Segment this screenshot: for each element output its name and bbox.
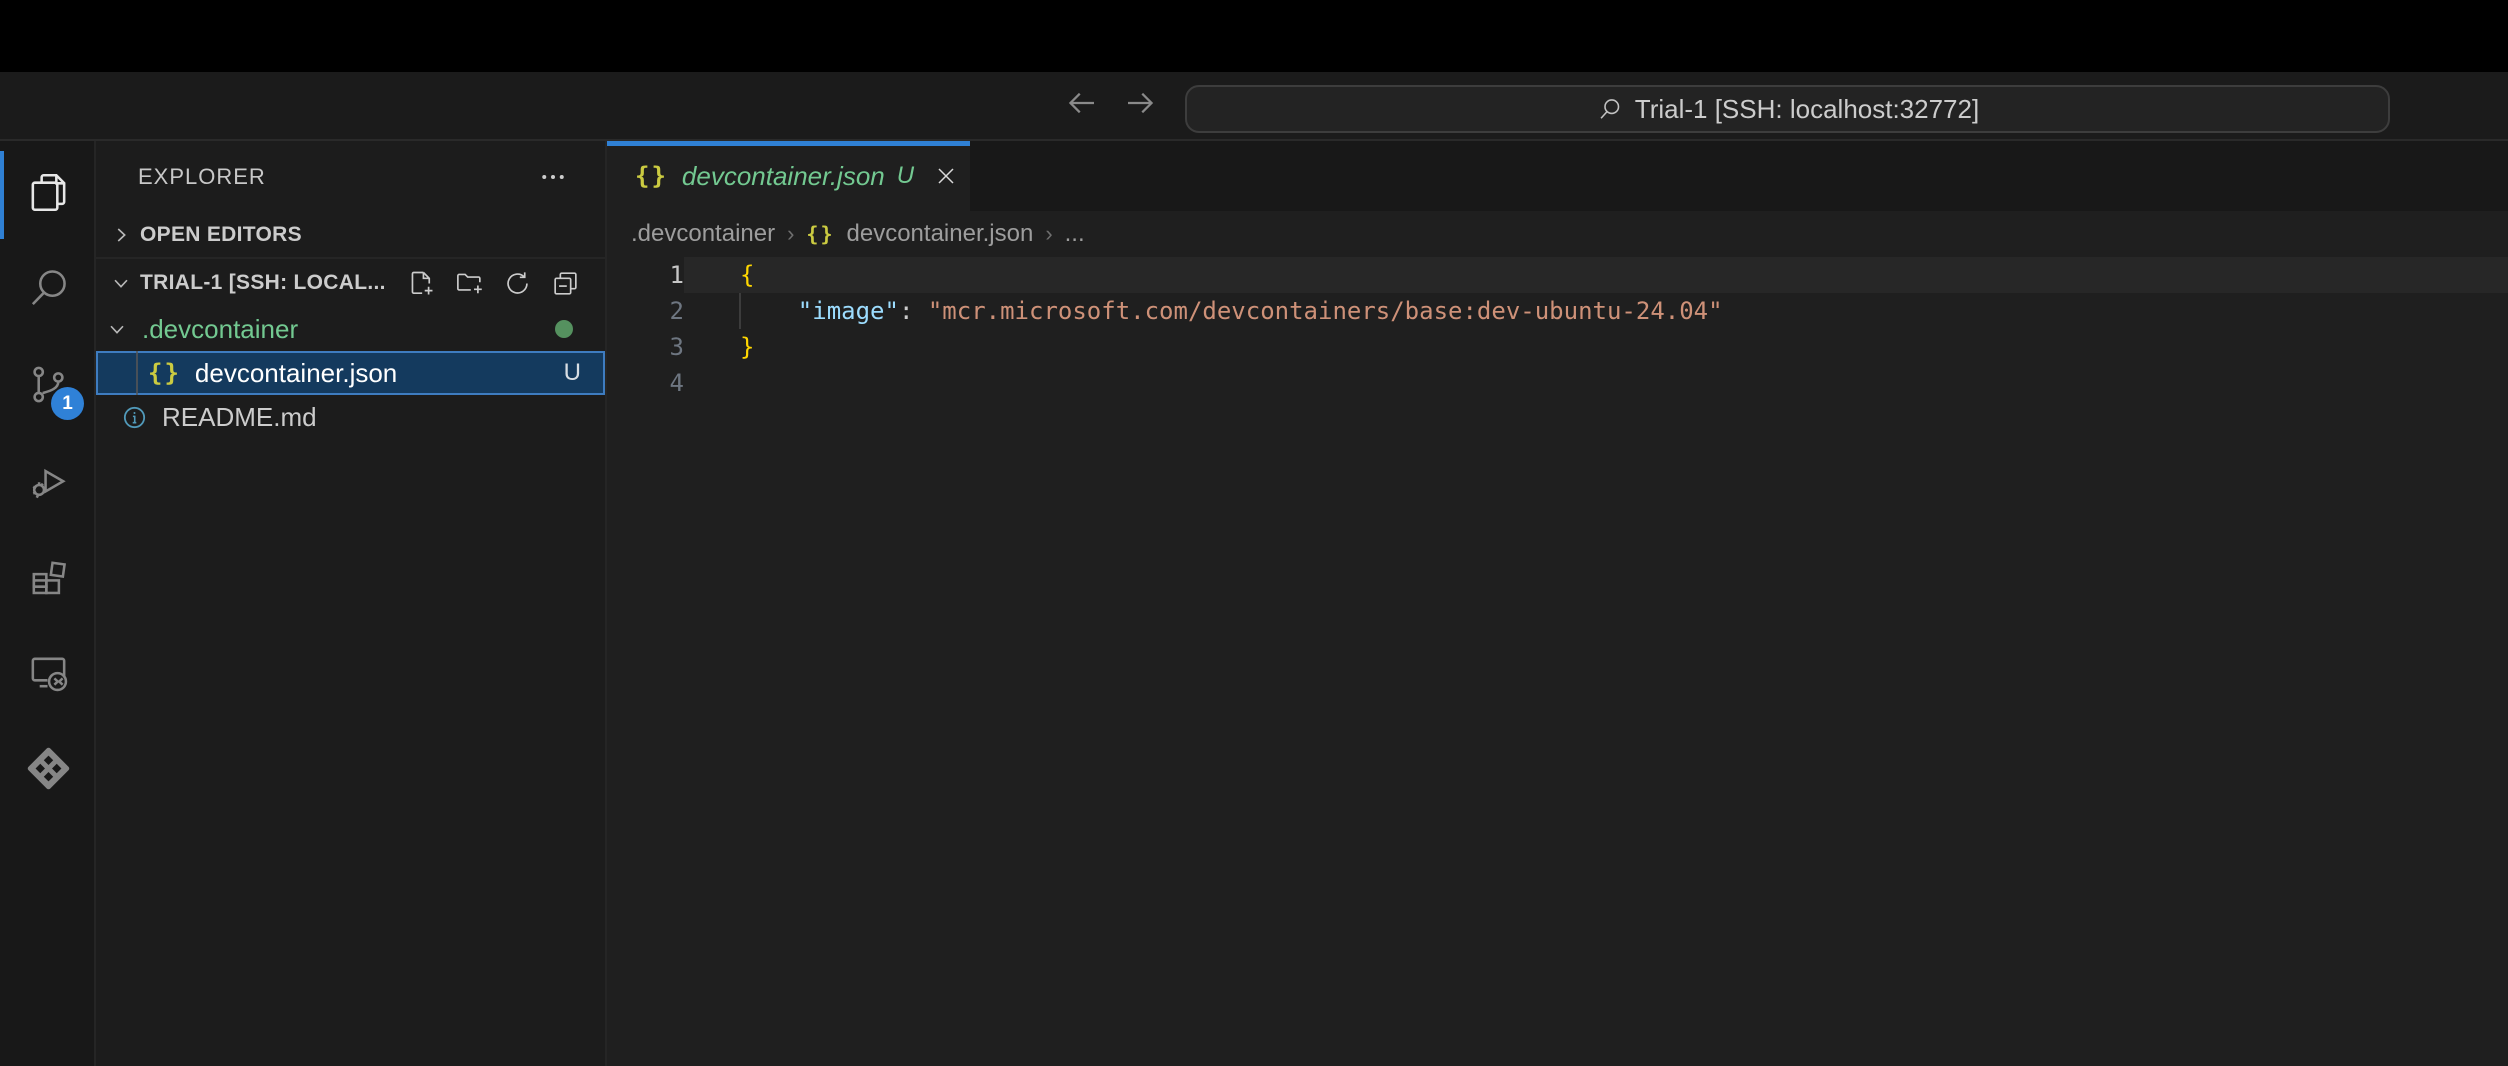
tab-devcontainer-json[interactable]: {} devcontainer.json U xyxy=(607,141,970,211)
activity-explorer[interactable] xyxy=(0,144,96,240)
collapse-all-icon[interactable] xyxy=(550,268,581,299)
more-actions-icon[interactable] xyxy=(535,162,571,192)
top-black-strip xyxy=(0,0,2508,72)
sidebar-header: EXPLORER xyxy=(96,141,605,213)
json-file-icon: {} xyxy=(635,162,668,190)
close-icon[interactable] xyxy=(932,162,960,190)
bracket-scope-guide xyxy=(739,293,741,329)
activity-run-debug[interactable] xyxy=(0,432,96,528)
tree-item-readme[interactable]: README.md xyxy=(96,395,605,439)
tab-dirty-badge: U xyxy=(897,162,914,190)
extensions-icon xyxy=(25,553,72,600)
history-nav xyxy=(1064,72,1158,139)
breadcrumb-separator: › xyxy=(787,221,794,247)
editor-area: {} devcontainer.json U .devcontainer › {… xyxy=(607,141,2508,1066)
chevron-down-icon xyxy=(106,318,128,340)
explorer-sidebar: EXPLORER OPEN EDITORS xyxy=(96,141,607,1066)
code-line[interactable]: 2 "image": "mcr.microsoft.com/devcontain… xyxy=(607,293,2508,329)
chevron-down-icon xyxy=(110,272,132,294)
activity-search[interactable] xyxy=(0,240,96,336)
code-line[interactable]: 3 } xyxy=(607,329,2508,365)
activity-source-control[interactable]: 1 xyxy=(0,336,96,432)
code-line[interactable]: 1 { xyxy=(607,257,2508,293)
new-folder-icon[interactable] xyxy=(454,268,485,299)
breadcrumb-folder[interactable]: .devcontainer xyxy=(631,220,775,248)
json-file-icon: {} xyxy=(806,222,834,246)
open-editors-section[interactable]: OPEN EDITORS xyxy=(96,213,605,257)
file-label: README.md xyxy=(162,402,317,433)
diamond-grid-icon xyxy=(25,745,72,792)
git-untracked-badge: U xyxy=(564,359,581,387)
code-line[interactable]: 4 xyxy=(607,365,2508,401)
window-title: Trial-1 [SSH: localhost:32772] xyxy=(1635,94,1979,125)
activity-diamond-grid[interactable] xyxy=(0,720,96,816)
title-bar: Trial-1 [SSH: localhost:32772] xyxy=(0,72,2508,141)
indent-guide xyxy=(136,351,138,395)
command-center[interactable]: Trial-1 [SSH: localhost:32772] xyxy=(1185,85,2390,133)
breadcrumb-separator: › xyxy=(1045,221,1052,247)
open-editors-label: OPEN EDITORS xyxy=(140,223,302,247)
new-file-icon[interactable] xyxy=(406,268,437,299)
activity-bar: 1 xyxy=(0,141,96,1066)
line-number: 4 xyxy=(607,365,684,401)
code-token: "image" xyxy=(798,297,899,325)
files-icon xyxy=(25,169,72,216)
activity-extensions[interactable] xyxy=(0,528,96,624)
folder-label: .devcontainer xyxy=(142,314,298,345)
tab-bar: {} devcontainer.json U xyxy=(607,141,2508,211)
file-label: devcontainer.json xyxy=(195,358,397,389)
workspace-section: TRIAL-1 [SSH: LOCAL... xyxy=(96,257,605,1066)
code-editor[interactable]: 1 { 2 "image": "mcr.microsoft.com/devcon… xyxy=(607,257,2508,1066)
remote-explorer-icon xyxy=(25,649,72,696)
workbench: 1 xyxy=(0,141,2508,1066)
search-icon xyxy=(25,265,72,312)
workspace-label: TRIAL-1 [SSH: LOCAL... xyxy=(140,271,386,295)
activity-remote-explorer[interactable] xyxy=(0,624,96,720)
breadcrumb-file[interactable]: devcontainer.json xyxy=(847,220,1034,248)
tab-label: devcontainer.json xyxy=(682,161,885,192)
back-icon[interactable] xyxy=(1064,85,1100,126)
modified-dot xyxy=(555,320,573,338)
breadcrumb-symbol[interactable]: ... xyxy=(1065,220,1085,248)
workspace-actions xyxy=(406,268,605,299)
code-token xyxy=(740,297,798,325)
chevron-right-icon xyxy=(110,224,132,246)
line-number: 3 xyxy=(607,329,684,365)
sidebar-title: EXPLORER xyxy=(138,164,266,190)
workspace-header[interactable]: TRIAL-1 [SSH: LOCAL... xyxy=(96,259,605,307)
tree-item-devcontainer-folder[interactable]: .devcontainer xyxy=(96,307,605,351)
refresh-icon[interactable] xyxy=(502,268,533,299)
code-token: { xyxy=(740,261,754,289)
json-file-icon: {} xyxy=(148,359,181,387)
forward-icon[interactable] xyxy=(1122,85,1158,126)
source-control-badge: 1 xyxy=(51,387,84,420)
search-icon xyxy=(1596,96,1623,123)
run-debug-icon xyxy=(25,457,72,504)
active-indicator xyxy=(0,151,4,239)
tree-item-devcontainer-json[interactable]: {} devcontainer.json U xyxy=(96,351,605,395)
code-token: "mcr.microsoft.com/devcontainers/base:de… xyxy=(928,297,1723,325)
info-icon xyxy=(121,404,148,431)
breadcrumb: .devcontainer › {} devcontainer.json › .… xyxy=(607,211,2508,257)
code-token: : xyxy=(899,297,928,325)
line-number: 1 xyxy=(607,257,684,293)
code-token: } xyxy=(740,333,754,361)
line-number: 2 xyxy=(607,293,684,329)
vscode-window: Trial-1 [SSH: localhost:32772] xyxy=(0,0,2508,1066)
